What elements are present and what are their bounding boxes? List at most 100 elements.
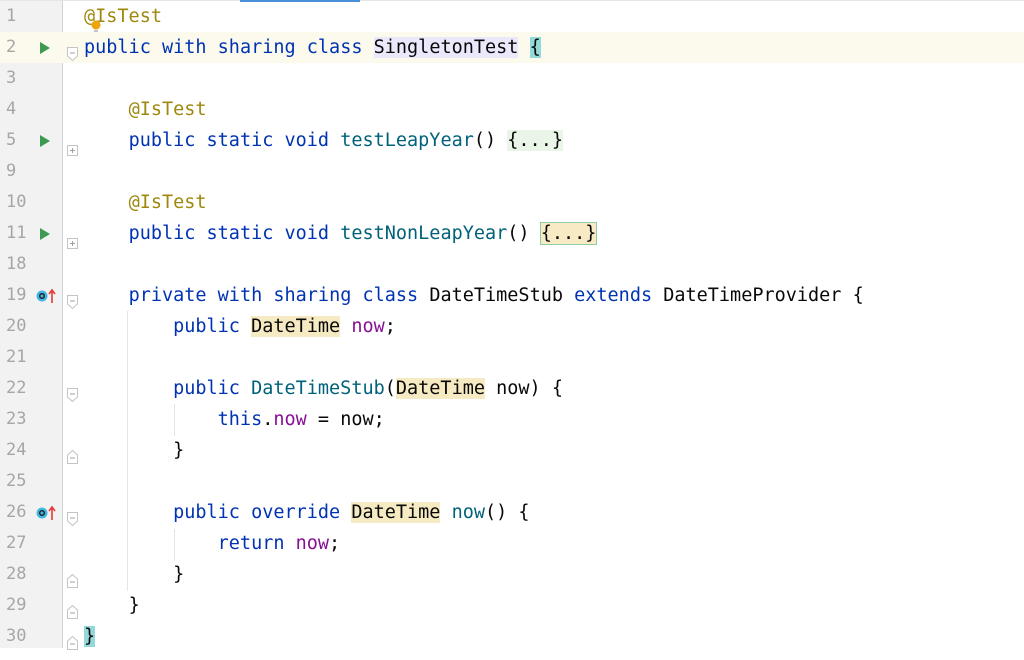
code-token: testLeapYear <box>340 130 474 151</box>
line-number-cell: 23 <box>0 404 62 435</box>
fold-collapse-icon[interactable] <box>67 629 78 650</box>
line-number: 11 <box>6 223 27 243</box>
line-number: 19 <box>6 285 27 305</box>
line-number: 23 <box>6 409 27 429</box>
line-number-cell: 9 <box>0 156 62 187</box>
code-editor[interactable]: 1 @IsTest 2 public with sharing class Singl… <box>0 0 1024 650</box>
code-token: . <box>262 409 274 430</box>
overrides-method-icon[interactable] <box>36 497 60 528</box>
code-line[interactable]: 4 @IsTest <box>0 94 1024 125</box>
code-token: DateTimeStub <box>429 285 563 306</box>
code-token: { <box>529 37 541 58</box>
fold-expand-icon[interactable] <box>67 135 78 156</box>
line-number-cell: 25 <box>0 466 62 497</box>
code-text: } <box>84 590 140 621</box>
code-token: {...} <box>507 130 563 151</box>
code-line[interactable]: 22 public DateTimeStub(DateTime now) { <box>0 373 1024 404</box>
code-token: private <box>128 285 207 306</box>
code-line[interactable]: 25 <box>0 466 1024 497</box>
overrides-method-icon[interactable] <box>36 280 60 311</box>
run-test-icon[interactable] <box>39 218 51 249</box>
code-line[interactable]: 29 } <box>0 590 1024 621</box>
code-text: @IsTest <box>84 187 207 218</box>
line-number-cell: 18 <box>0 249 62 280</box>
line-number-cell: 3 <box>0 63 62 94</box>
code-token: public <box>173 378 240 399</box>
code-line[interactable]: 2 public with sharing class SingletonTest… <box>0 32 1024 63</box>
run-test-icon[interactable] <box>39 32 51 63</box>
code-token: sharing <box>273 285 352 306</box>
fold-collapse-icon[interactable] <box>67 40 78 62</box>
code-token: { <box>551 378 563 399</box>
line-number: 2 <box>6 37 17 57</box>
code-text: } <box>84 559 184 590</box>
code-token: now <box>351 316 385 337</box>
code-token: ( <box>384 378 396 399</box>
code-text: private with sharing class DateTimeStub … <box>84 280 864 311</box>
code-text: public with sharing class SingletonTest … <box>84 32 541 63</box>
line-number: 10 <box>6 192 27 212</box>
code-line[interactable]: 1 @IsTest <box>0 1 1024 34</box>
code-token: return <box>217 533 285 554</box>
code-token: DateTime <box>395 378 485 399</box>
code-line[interactable]: 19 private with sharing class DateTimeSt… <box>0 280 1024 311</box>
run-test-icon[interactable] <box>39 125 51 156</box>
code-token: static <box>206 223 274 244</box>
fold-collapse-icon[interactable] <box>67 505 78 527</box>
code-token: {...} <box>539 222 598 245</box>
code-text: @IsTest <box>84 94 207 125</box>
line-number: 21 <box>6 347 27 367</box>
line-number: 9 <box>6 161 17 181</box>
code-line[interactable]: 27 return now; <box>0 528 1024 559</box>
intention-bulb-icon[interactable] <box>91 13 101 34</box>
code-token: class <box>362 285 419 306</box>
fold-collapse-icon[interactable] <box>67 443 78 464</box>
code-line[interactable]: 28 } <box>0 559 1024 590</box>
fold-collapse-icon[interactable] <box>67 381 78 403</box>
code-token: sharing <box>217 37 296 58</box>
code-line[interactable]: 10 @IsTest <box>0 187 1024 218</box>
code-token: () <box>507 223 530 244</box>
line-number: 28 <box>6 564 27 584</box>
code-token: with <box>161 37 207 58</box>
code-line[interactable]: 5 public static void testLeapYear() {...… <box>0 125 1024 156</box>
code-token: } <box>128 595 140 616</box>
code-token: ) <box>529 378 541 399</box>
code-text: return now; <box>84 528 341 559</box>
code-token: DateTimeProvider <box>663 285 842 306</box>
code-line[interactable]: 24 } <box>0 435 1024 466</box>
code-line[interactable]: 23 this.now = now; <box>0 404 1024 435</box>
fold-expand-icon[interactable] <box>67 228 78 249</box>
code-token: this <box>217 409 263 430</box>
code-token: } <box>84 626 96 647</box>
code-line[interactable]: 3 <box>0 63 1024 94</box>
line-number: 24 <box>6 440 27 460</box>
line-number: 20 <box>6 316 27 336</box>
line-number-cell: 5 <box>0 125 62 156</box>
code-line[interactable]: 30} <box>0 621 1024 652</box>
code-token: ; <box>373 409 385 430</box>
code-line[interactable]: 26 public override DateTime now() { <box>0 497 1024 528</box>
code-token: testNonLeapYear <box>340 223 508 244</box>
line-number-cell: 27 <box>0 528 62 559</box>
line-number-cell: 22 <box>0 373 62 404</box>
code-line[interactable]: 21 <box>0 342 1024 373</box>
code-token: DateTime <box>351 502 441 523</box>
code-token: override <box>251 502 341 523</box>
code-token: now <box>273 409 307 430</box>
code-text: public static void testNonLeapYear() {..… <box>84 218 598 249</box>
code-line[interactable]: 18 <box>0 249 1024 280</box>
line-number: 29 <box>6 595 27 615</box>
line-number-cell: 4 <box>0 94 62 125</box>
code-line[interactable]: 20 public DateTime now; <box>0 311 1024 342</box>
code-token: public <box>84 37 151 58</box>
fold-collapse-icon[interactable] <box>67 598 78 619</box>
code-token: class <box>306 37 363 58</box>
fold-collapse-icon[interactable] <box>67 288 78 310</box>
fold-collapse-icon[interactable] <box>67 567 78 588</box>
code-line[interactable]: 9 <box>0 156 1024 187</box>
code-line[interactable]: 11 public static void testNonLeapYear() … <box>0 218 1024 249</box>
line-number-cell: 2 <box>0 32 62 63</box>
code-token: = <box>317 409 330 430</box>
code-token: () <box>473 130 497 151</box>
